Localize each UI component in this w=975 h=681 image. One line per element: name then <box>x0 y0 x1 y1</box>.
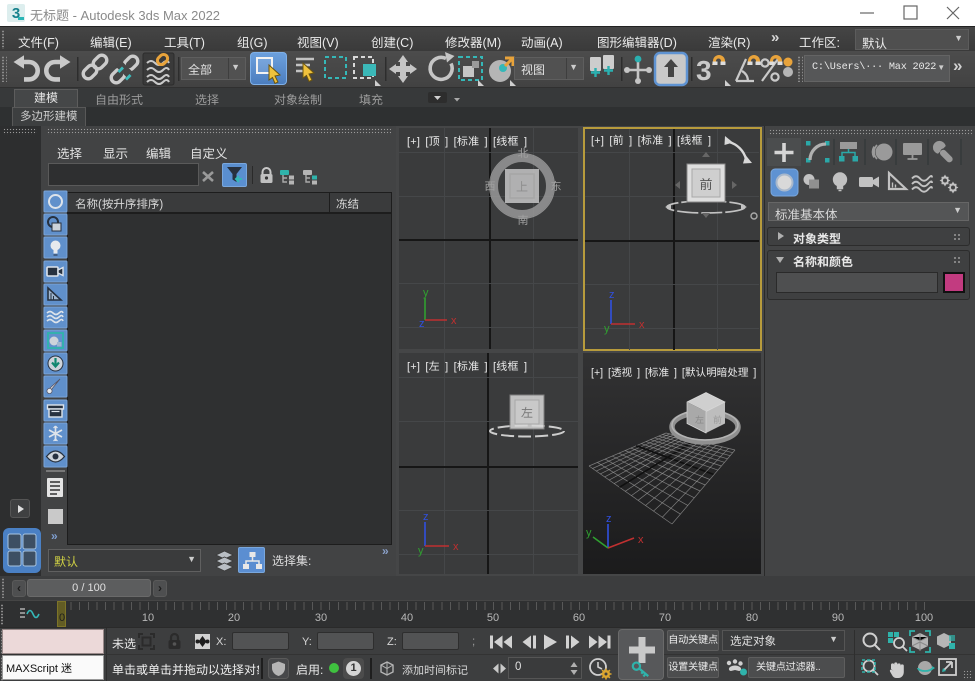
svg-text:z: z <box>423 511 429 523</box>
svg-text:z: z <box>419 318 425 330</box>
svg-text:y: y <box>423 287 429 299</box>
svg-text:x: x <box>639 319 645 331</box>
svg-text:y: y <box>604 323 610 335</box>
svg-text:y: y <box>418 545 424 557</box>
svg-text:z: z <box>606 513 612 525</box>
svg-text:东: 东 <box>551 178 562 194</box>
svg-text:x: x <box>451 315 457 327</box>
svg-text:y: y <box>586 527 592 539</box>
svg-text:左: 左 <box>695 413 704 426</box>
svg-text:前: 前 <box>713 413 722 426</box>
svg-text:x: x <box>453 541 459 553</box>
svg-text:西: 西 <box>485 178 496 194</box>
svg-text:前: 前 <box>699 174 712 193</box>
svg-text:左: 左 <box>521 404 533 421</box>
svg-text:南: 南 <box>518 212 529 228</box>
svg-text:3: 3 <box>696 55 712 86</box>
svg-text:z: z <box>609 289 615 301</box>
svg-text:上: 上 <box>516 178 528 195</box>
svg-text:x: x <box>638 534 644 546</box>
